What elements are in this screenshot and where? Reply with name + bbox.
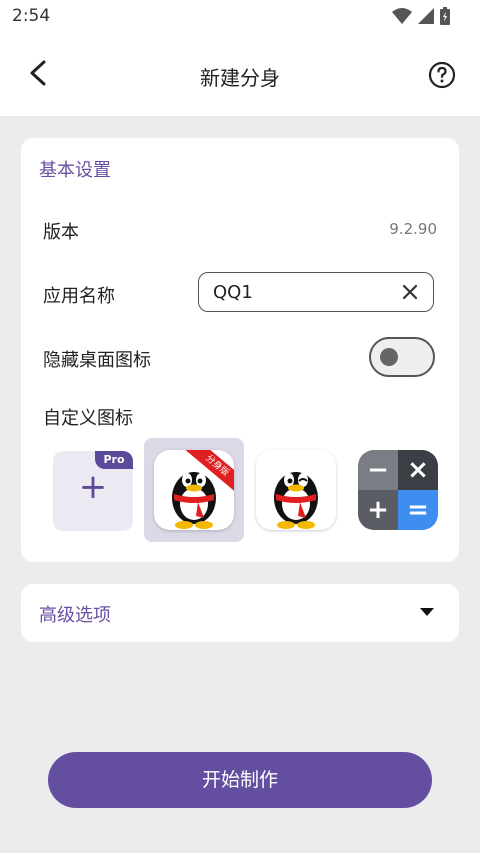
icon-option-qq-original[interactable] (246, 438, 346, 542)
icon-option-qq-clone[interactable]: 分身版 (144, 438, 244, 542)
add-custom-icon-button[interactable]: Pro + (53, 451, 133, 531)
start-button[interactable]: 开始制作 (48, 752, 432, 808)
status-time: 2:54 (12, 6, 51, 26)
hide-icon-toggle[interactable] (369, 337, 435, 377)
version-value: 9.2.90 (389, 220, 437, 238)
custom-icon-label: 自定义图标 (43, 408, 133, 429)
calc-times: × (398, 450, 438, 490)
app-bar: 新建分身 (0, 34, 480, 116)
battery-icon (440, 7, 450, 25)
hide-icon-label: 隐藏桌面图标 (43, 350, 151, 371)
page-title: 新建分身 (200, 66, 280, 90)
app-name-input[interactable]: QQ1 (198, 272, 434, 312)
icon-option-calculator[interactable]: − × + = (348, 438, 448, 542)
calc-minus: − (358, 450, 398, 490)
qq-original-icon (256, 450, 336, 530)
calc-equals: = (398, 490, 438, 530)
wifi-icon (392, 8, 412, 24)
version-label: 版本 (43, 222, 79, 243)
calculator-icon: − × + = (358, 450, 438, 530)
clear-icon[interactable] (401, 283, 419, 301)
penguin-wink-icon (274, 472, 318, 529)
status-icons (392, 7, 450, 25)
plus-icon: + (78, 467, 108, 507)
app-name-label: 应用名称 (43, 286, 115, 307)
signal-icon (418, 8, 434, 24)
advanced-options-label: 高级选项 (39, 605, 111, 626)
icon-picker: Pro + 分身版 − × + = (21, 438, 459, 548)
basic-settings-card: 基本设置 版本 9.2.90 应用名称 QQ1 隐藏桌面图标 自定义图标 Pro… (21, 138, 459, 562)
advanced-options-card[interactable]: 高级选项 (21, 584, 459, 642)
calc-plus: + (358, 490, 398, 530)
help-icon[interactable] (428, 61, 456, 89)
app-name-value: QQ1 (213, 282, 253, 303)
chevron-down-icon[interactable] (419, 606, 435, 618)
qq-clone-icon: 分身版 (154, 450, 234, 530)
toggle-knob (380, 348, 398, 366)
section-title-basic: 基本设置 (39, 160, 111, 181)
status-bar: 2:54 (0, 0, 480, 34)
